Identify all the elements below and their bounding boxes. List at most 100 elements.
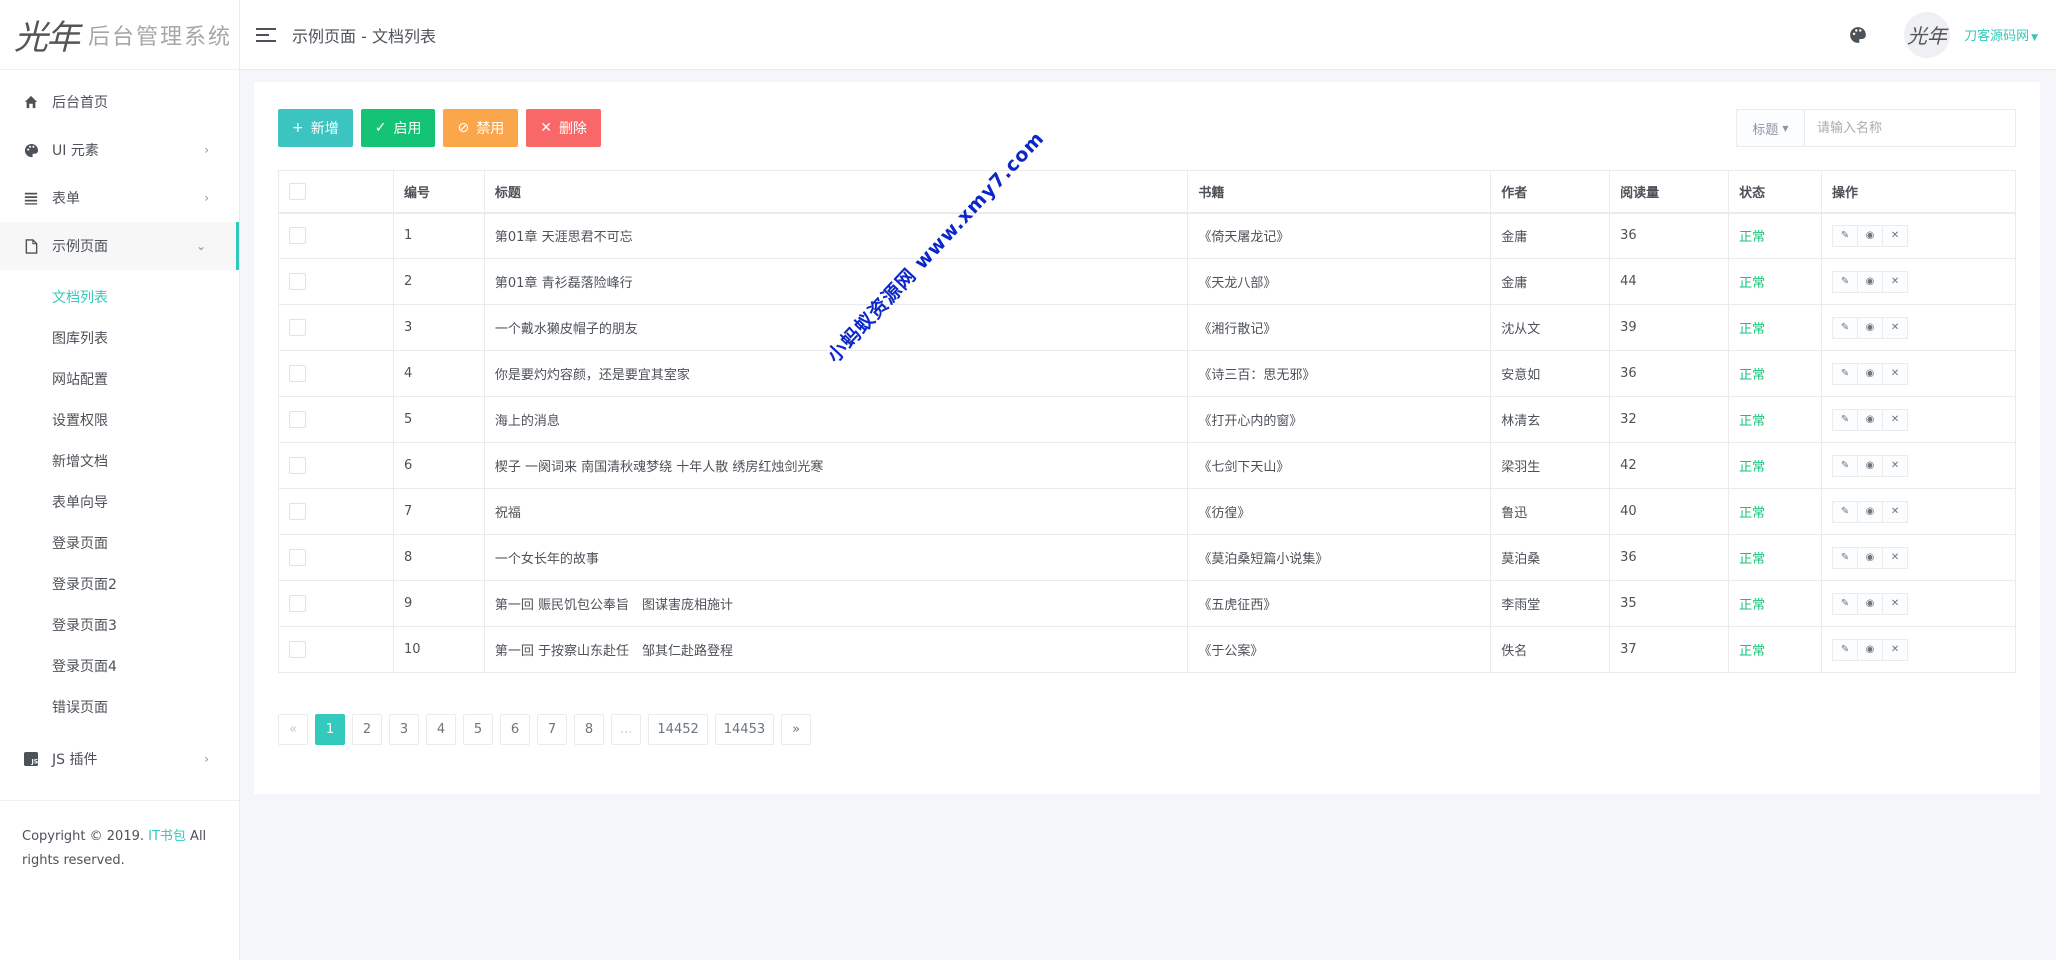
user-menu[interactable]: 刀客源码网 ▼: [1964, 25, 2038, 44]
menu-toggle-icon[interactable]: [256, 23, 280, 47]
pagination-next[interactable]: »: [781, 714, 812, 745]
delete-icon[interactable]: ✕: [1882, 546, 1909, 569]
row-checkbox[interactable]: [289, 411, 306, 428]
edit-icon[interactable]: ✎: [1832, 500, 1859, 523]
view-icon[interactable]: ◉: [1857, 316, 1884, 339]
cell-actions: ✎ ◉ ✕: [1821, 488, 2016, 535]
col-header-title: 标题: [483, 170, 1189, 214]
select-all-checkbox[interactable]: [289, 182, 306, 200]
cell-book: 《彷徨》: [1187, 488, 1492, 535]
cell-author: 佚名: [1490, 626, 1611, 673]
pagination-page[interactable]: 2: [352, 714, 382, 745]
pagination-ellipsis[interactable]: ...: [611, 714, 642, 745]
delete-icon[interactable]: ✕: [1882, 224, 1909, 247]
disable-button[interactable]: ⊘ 禁用: [443, 109, 519, 147]
delete-icon[interactable]: ✕: [1882, 270, 1909, 293]
document-table: 编号 标题 书籍 作者 阅读量 状态 操作 1 第01章 天涯思君不可忘 《倚天屠龙…: [278, 170, 2016, 673]
row-checkbox[interactable]: [289, 227, 306, 245]
view-icon[interactable]: ◉: [1857, 546, 1884, 569]
view-icon[interactable]: ◉: [1857, 362, 1884, 385]
search-box: 标题 ▼: [1736, 109, 2016, 147]
edit-icon[interactable]: ✎: [1832, 454, 1859, 477]
delete-icon[interactable]: ✕: [1882, 362, 1909, 385]
sidebar-subitem[interactable]: 登录页面4: [0, 645, 239, 686]
edit-icon[interactable]: ✎: [1832, 224, 1859, 247]
search-field-select[interactable]: 标题 ▼: [1737, 110, 1805, 146]
delete-icon[interactable]: ✕: [1882, 408, 1909, 431]
edit-icon[interactable]: ✎: [1832, 546, 1859, 569]
table-row: 5 海上的消息 《打开心内的窗》 林清玄 32 正常 ✎ ◉ ✕: [278, 396, 2016, 443]
disable-button-label: 禁用: [476, 121, 505, 137]
row-checkbox[interactable]: [289, 595, 306, 612]
cell-book: 《湘行散记》: [1187, 304, 1492, 351]
view-icon[interactable]: ◉: [1857, 270, 1884, 293]
table-row: 1 第01章 天涯思君不可忘 《倚天屠龙记》 金庸 36 正常 ✎ ◉ ✕: [278, 212, 2016, 259]
sidebar-item-label: 后台首页: [52, 95, 108, 111]
sidebar-item-home[interactable]: 后台首页: [0, 78, 239, 126]
add-button[interactable]: + 新增: [278, 109, 353, 147]
row-checkbox[interactable]: [289, 641, 306, 658]
pagination-page[interactable]: 14453: [714, 714, 775, 745]
sidebar-item-ui-elements[interactable]: UI 元素 ›: [0, 126, 239, 174]
sidebar-subitem[interactable]: 新增文档: [0, 440, 239, 481]
logo[interactable]: 光年 后台管理系统: [0, 0, 239, 70]
edit-icon[interactable]: ✎: [1832, 408, 1859, 431]
delete-icon[interactable]: ✕: [1882, 454, 1909, 477]
view-icon[interactable]: ◉: [1857, 592, 1884, 615]
sidebar-subitem[interactable]: 文档列表: [0, 276, 239, 317]
row-checkbox[interactable]: [289, 273, 306, 290]
avatar[interactable]: 光年: [1904, 11, 1951, 58]
sidebar-subitem[interactable]: 表单向导: [0, 481, 239, 522]
sidebar-subitem[interactable]: 错误页面: [0, 686, 239, 727]
view-icon[interactable]: ◉: [1857, 224, 1884, 247]
close-icon: ✕: [540, 120, 552, 136]
sidebar-subitem[interactable]: 图库列表: [0, 317, 239, 358]
delete-button[interactable]: ✕ 删除: [526, 109, 601, 147]
pagination-page[interactable]: 4: [426, 714, 456, 745]
document-list-card: + 新增 ✓ 启用 ⊘ 禁用 ✕ 删除 标题 ▼ 编号: [254, 82, 2040, 794]
pagination-page[interactable]: 7: [537, 714, 567, 745]
sidebar-subitem[interactable]: 登录页面: [0, 522, 239, 563]
edit-icon[interactable]: ✎: [1832, 638, 1859, 661]
cell-id: 8: [392, 534, 485, 581]
delete-icon[interactable]: ✕: [1882, 316, 1909, 339]
sidebar-item-forms[interactable]: 表单 ›: [0, 174, 239, 222]
sidebar-item-js-plugins[interactable]: JS JS 插件 ›: [0, 735, 239, 783]
row-checkbox[interactable]: [289, 319, 306, 336]
edit-icon[interactable]: ✎: [1832, 592, 1859, 615]
table-row: 7 祝福 《彷徨》 鲁迅 40 正常 ✎ ◉ ✕: [278, 488, 2016, 535]
sidebar-subitem[interactable]: 设置权限: [0, 399, 239, 440]
row-checkbox[interactable]: [289, 503, 306, 520]
pagination-page[interactable]: 6: [500, 714, 530, 745]
view-icon[interactable]: ◉: [1857, 408, 1884, 431]
view-icon[interactable]: ◉: [1857, 638, 1884, 661]
pagination-prev[interactable]: «: [278, 714, 308, 745]
pagination-page[interactable]: 14452: [648, 714, 708, 745]
table-row: 9 第一回 赈民饥包公奉旨 图谋害庞相施计 《五虎征西》 李雨堂 35 正常 ✎ ◉ ✕: [278, 580, 2016, 627]
pagination-page[interactable]: 3: [389, 714, 419, 745]
caret-down-icon: ▼: [1782, 123, 1789, 133]
sidebar-subitem[interactable]: 网站配置: [0, 358, 239, 399]
enable-button[interactable]: ✓ 启用: [360, 109, 436, 147]
search-input[interactable]: [1805, 110, 2015, 146]
sidebar-subitem[interactable]: 登录页面2: [0, 563, 239, 604]
pagination-page[interactable]: 1: [315, 714, 345, 745]
pagination-page[interactable]: 8: [574, 714, 604, 745]
delete-icon[interactable]: ✕: [1882, 592, 1909, 615]
sidebar-subitem[interactable]: 登录页面3: [0, 604, 239, 645]
sidebar-item-examples[interactable]: 示例页面 ⌄: [0, 222, 239, 270]
pagination-page[interactable]: 5: [463, 714, 493, 745]
theme-palette-icon[interactable]: [1846, 23, 1870, 47]
view-icon[interactable]: ◉: [1857, 500, 1884, 523]
row-checkbox[interactable]: [289, 365, 306, 382]
edit-icon[interactable]: ✎: [1832, 362, 1859, 385]
copyright-link[interactable]: IT书包: [148, 829, 186, 844]
table-row: 3 一个戴水獭皮帽子的朋友 《湘行散记》 沈从文 39 正常 ✎ ◉ ✕: [278, 304, 2016, 351]
row-checkbox[interactable]: [289, 549, 306, 566]
view-icon[interactable]: ◉: [1857, 454, 1884, 477]
row-checkbox[interactable]: [289, 457, 306, 474]
delete-icon[interactable]: ✕: [1882, 638, 1909, 661]
edit-icon[interactable]: ✎: [1832, 316, 1859, 339]
delete-icon[interactable]: ✕: [1882, 500, 1909, 523]
edit-icon[interactable]: ✎: [1832, 270, 1859, 293]
